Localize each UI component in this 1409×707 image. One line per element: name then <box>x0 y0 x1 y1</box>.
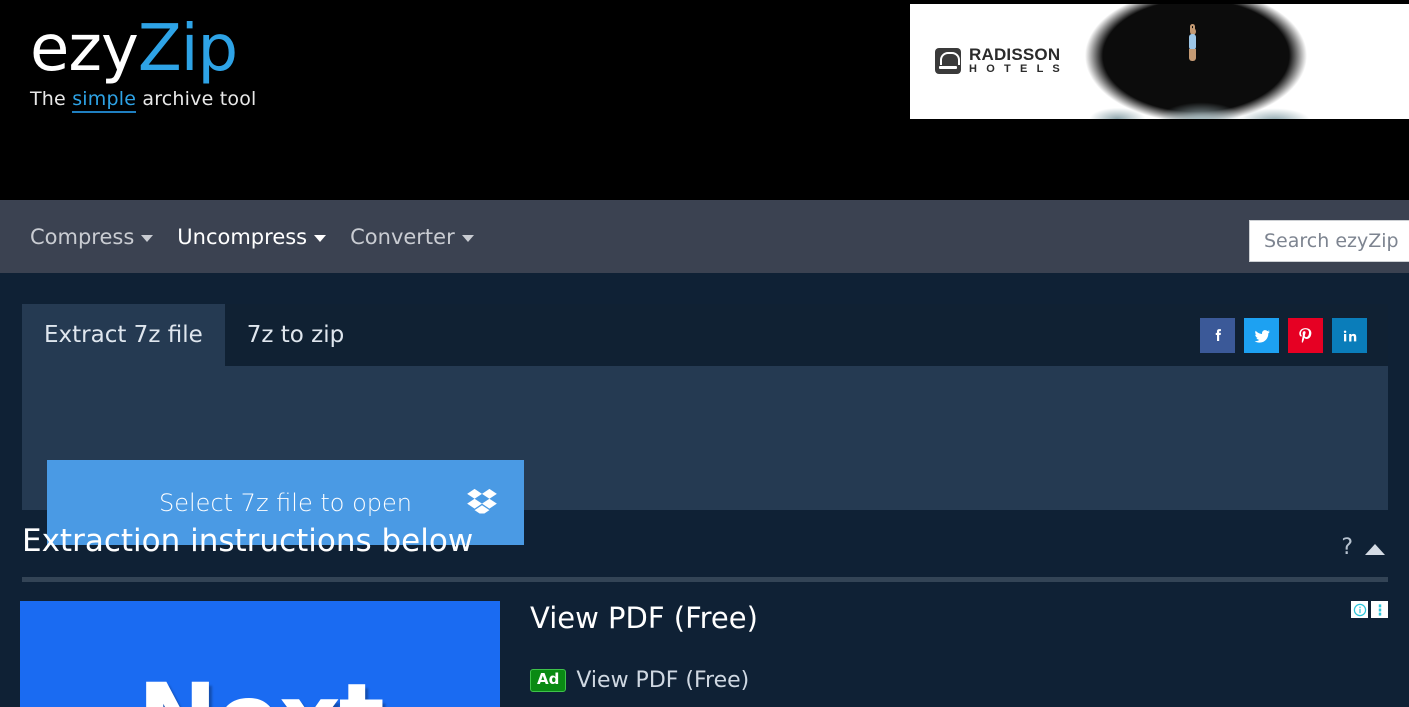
search-box[interactable] <box>1249 220 1409 262</box>
tagline-pre: The <box>30 88 73 110</box>
main-navbar: Compress Uncompress Converter <box>0 200 1409 273</box>
social-share-buttons <box>1200 318 1367 353</box>
banner-photo <box>1065 4 1327 119</box>
site-logo[interactable]: ezyZip The simple archive tool <box>30 12 257 113</box>
tab-extract-7z-file[interactable]: Extract 7z file <box>22 304 225 366</box>
tagline-post: archive tool <box>136 88 257 110</box>
dropbox-icon <box>467 487 497 518</box>
ad-link-row: Ad View PDF (Free) <box>530 668 1310 693</box>
nav-item-compress[interactable]: Compress <box>30 224 154 249</box>
ad-headline[interactable]: View PDF (Free) <box>530 601 1310 635</box>
pinterest-icon <box>1299 328 1312 343</box>
select-7z-file-button-label: Select 7z file to open <box>159 488 412 517</box>
ad-link[interactable]: View PDF (Free) <box>576 668 749 693</box>
rocks-graphic <box>1065 77 1327 119</box>
ad-creative-text: Next <box>137 663 384 707</box>
nav-item-uncompress-label: Uncompress <box>177 224 308 249</box>
share-pinterest-button[interactable] <box>1288 318 1323 353</box>
ad-creative-image[interactable]: Next <box>20 601 500 707</box>
radisson-logo-icon <box>935 47 961 74</box>
linkedin-icon <box>1343 330 1356 341</box>
sponsored-ad-block: Next View PDF (Free) Ad View PDF (Free) … <box>0 591 1409 707</box>
more-vertical-icon <box>1378 603 1381 616</box>
radisson-brand-text: RADISSON H O T E L S <box>969 46 1063 75</box>
ad-choices <box>1351 601 1388 618</box>
nav-item-converter-label: Converter <box>350 224 455 249</box>
twitter-icon <box>1254 329 1270 343</box>
chevron-down-icon <box>314 235 327 242</box>
help-icon[interactable]: ? <box>1341 535 1353 560</box>
logo-text-primary: ezy <box>30 12 139 86</box>
triangle-up-icon[interactable] <box>1365 544 1385 555</box>
instructions-tools: ? <box>1341 535 1385 560</box>
site-header: ezyZip The simple archive tool RADISSON … <box>0 0 1409 200</box>
nav-item-converter[interactable]: Converter <box>350 225 474 249</box>
facebook-icon <box>1215 328 1221 341</box>
divider <box>22 577 1388 582</box>
ad-text-body: View PDF (Free) Ad View PDF (Free) EasyS… <box>530 601 1310 707</box>
radisson-brand-lockup: RADISSON H O T E L S <box>935 46 1063 75</box>
tagline-accent: simple <box>72 88 137 113</box>
ad-options-button[interactable] <box>1371 601 1388 618</box>
diver-figure-icon <box>1187 24 1199 62</box>
tool-card: Extract 7z file 7z to zip Select 7z file… <box>22 304 1388 545</box>
chevron-down-icon <box>141 235 154 242</box>
share-twitter-button[interactable] <box>1244 318 1279 353</box>
logo-tagline: The simple archive tool <box>30 88 257 113</box>
info-circle-icon <box>1353 603 1366 616</box>
header-banner-ad[interactable]: RADISSON H O T E L S <box>910 4 1409 119</box>
nav-item-uncompress[interactable]: Uncompress <box>177 224 327 249</box>
share-facebook-button[interactable] <box>1200 318 1235 353</box>
tab-7z-to-zip[interactable]: 7z to zip <box>225 304 366 366</box>
instructions-section-header: Extraction instructions below ? <box>22 523 1388 582</box>
tool-tabbar: Extract 7z file 7z to zip <box>22 304 1388 366</box>
page-title: Extraction instructions below <box>22 523 474 559</box>
nav-item-compress-label: Compress <box>30 224 135 249</box>
radisson-brand-sub: H O T E L S <box>969 62 1063 75</box>
share-linkedin-button[interactable] <box>1332 318 1367 353</box>
search-input[interactable] <box>1249 220 1409 262</box>
radisson-brand-name: RADISSON <box>969 45 1061 64</box>
tab-extract-7z-file-label: Extract 7z file <box>44 322 203 348</box>
nav-items: Compress Uncompress Converter <box>0 225 474 249</box>
logo-text-accent: Zip <box>137 12 238 86</box>
chevron-down-icon <box>461 235 474 242</box>
logo-wordmark: ezyZip <box>30 12 257 86</box>
tab-7z-to-zip-label: 7z to zip <box>246 322 345 348</box>
ad-info-button[interactable] <box>1351 601 1368 618</box>
main-content: Extract 7z file 7z to zip Select 7z file… <box>0 273 1409 707</box>
ad-badge: Ad <box>530 669 567 692</box>
